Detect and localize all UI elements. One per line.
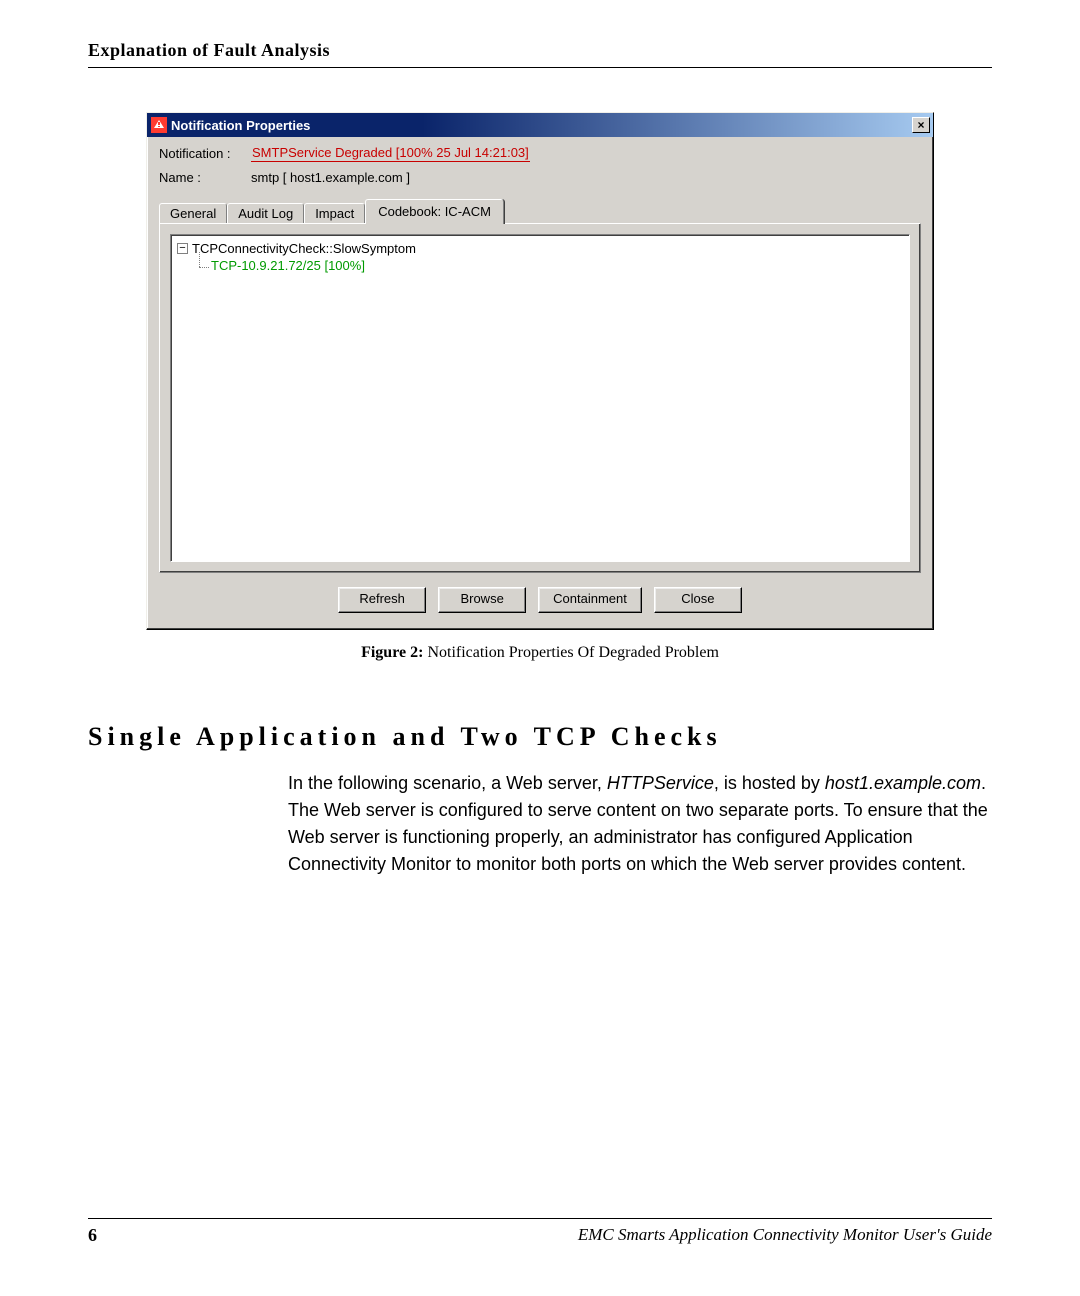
button-row: Refresh Browse Containment Close	[159, 573, 921, 627]
close-icon[interactable]: ×	[912, 117, 930, 133]
para-mid1: , is hosted by	[714, 773, 825, 793]
tree-area[interactable]: − TCPConnectivityCheck::SlowSymptom TCP-…	[170, 234, 910, 562]
tab-panel-codebook: − TCPConnectivityCheck::SlowSymptom TCP-…	[159, 223, 921, 573]
section-heading: Single Application and Two TCP Checks	[88, 722, 992, 752]
figure-text: Notification Properties Of Degraded Prob…	[427, 644, 718, 661]
browse-button[interactable]: Browse	[438, 587, 526, 613]
tree-child-node[interactable]: TCP-10.9.21.72/25 [100%]	[193, 258, 903, 273]
notification-row: Notification : SMTPService Degraded [100…	[159, 145, 921, 162]
figure-caption: Figure 2: Notification Properties Of Deg…	[88, 644, 992, 662]
dialog-body: Notification : SMTPService Degraded [100…	[147, 137, 933, 629]
name-row: Name : smtp [ host1.example.com ]	[159, 170, 921, 185]
page-number: 6	[88, 1225, 97, 1246]
para-pre: In the following scenario, a Web server,	[288, 773, 607, 793]
tree-root-node[interactable]: − TCPConnectivityCheck::SlowSymptom	[177, 241, 903, 256]
figure-label: Figure 2:	[361, 644, 423, 661]
notification-value: SMTPService Degraded [100% 25 Jul 14:21:…	[251, 145, 530, 162]
close-button[interactable]: Close	[654, 587, 742, 613]
containment-button[interactable]: Containment	[538, 587, 642, 613]
page-header: Explanation of Fault Analysis	[88, 40, 992, 68]
name-value: smtp [ host1.example.com ]	[251, 170, 410, 185]
http-service-name: HTTPService	[607, 773, 714, 793]
tabs: General Audit Log Impact Codebook: IC-AC…	[159, 199, 921, 224]
tab-codebook[interactable]: Codebook: IC-ACM	[365, 199, 504, 224]
notification-properties-dialog: Notification Properties × Notification :…	[146, 112, 934, 630]
guide-title: EMC Smarts Application Connectivity Moni…	[578, 1225, 992, 1246]
name-label: Name :	[159, 170, 251, 185]
dialog-titlebar[interactable]: Notification Properties ×	[147, 113, 933, 137]
section-paragraph: In the following scenario, a Web server,…	[288, 770, 988, 878]
tree-collapse-icon[interactable]: −	[177, 243, 188, 254]
refresh-button[interactable]: Refresh	[338, 587, 426, 613]
tab-general[interactable]: General	[159, 203, 227, 224]
notification-label: Notification :	[159, 146, 251, 161]
tree-root-label: TCPConnectivityCheck::SlowSymptom	[192, 241, 416, 256]
page-footer: 6 EMC Smarts Application Connectivity Mo…	[88, 1218, 992, 1246]
host-name: host1.example.com	[825, 773, 981, 793]
tab-impact[interactable]: Impact	[304, 203, 365, 224]
app-icon	[151, 117, 167, 133]
tab-audit-log[interactable]: Audit Log	[227, 203, 304, 224]
dialog-title: Notification Properties	[171, 118, 909, 133]
